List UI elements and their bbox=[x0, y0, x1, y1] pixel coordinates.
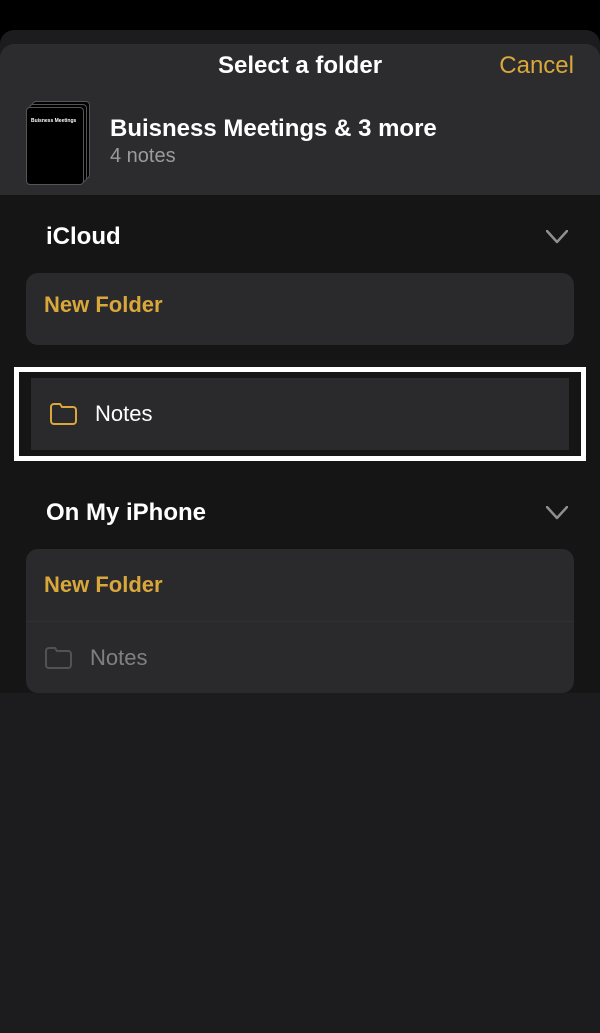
context-title: Buisness Meetings & 3 more bbox=[110, 115, 437, 144]
new-folder-button[interactable]: New Folder bbox=[26, 549, 574, 621]
folder-icon bbox=[44, 647, 72, 669]
folder-group-oniphone: New Folder Notes bbox=[26, 549, 574, 693]
folder-group-icloud: New Folder bbox=[26, 273, 574, 345]
sheet-header-block: Select a folder Cancel Buisness Meetings… bbox=[0, 44, 600, 195]
note-stack-icon: Buisness Meetings bbox=[26, 101, 88, 183]
nav-title: Select a folder bbox=[218, 52, 382, 80]
folder-row-notes-icloud[interactable]: Notes bbox=[31, 378, 569, 450]
context-subtitle: 4 notes bbox=[110, 145, 437, 168]
context-text: Buisness Meetings & 3 more 4 notes bbox=[110, 115, 437, 169]
new-folder-button[interactable]: New Folder bbox=[26, 273, 574, 345]
cancel-button[interactable]: Cancel bbox=[499, 52, 574, 80]
chevron-down-icon bbox=[546, 226, 568, 248]
folder-label: Notes bbox=[90, 645, 147, 671]
new-folder-label: New Folder bbox=[44, 572, 163, 598]
account-header-icloud[interactable]: iCloud bbox=[0, 201, 600, 273]
folder-label: Notes bbox=[95, 401, 152, 427]
account-title: On My iPhone bbox=[46, 499, 206, 527]
nav-bar: Select a folder Cancel bbox=[0, 44, 600, 88]
folder-row-notes-oniphone: Notes bbox=[26, 621, 574, 693]
folder-icon bbox=[49, 403, 77, 425]
new-folder-label: New Folder bbox=[44, 292, 163, 318]
account-header-oniphone[interactable]: On My iPhone bbox=[0, 477, 600, 549]
folder-list: iCloud New Folder Notes On My iPhone bbox=[0, 195, 600, 693]
tutorial-highlight: Notes bbox=[14, 367, 586, 461]
chevron-down-icon bbox=[546, 502, 568, 524]
folder-picker-sheet: Select a folder Cancel Buisness Meetings… bbox=[0, 30, 600, 1033]
selection-context-row: Buisness Meetings Buisness Meetings & 3 … bbox=[0, 88, 600, 195]
account-title: iCloud bbox=[46, 223, 121, 251]
